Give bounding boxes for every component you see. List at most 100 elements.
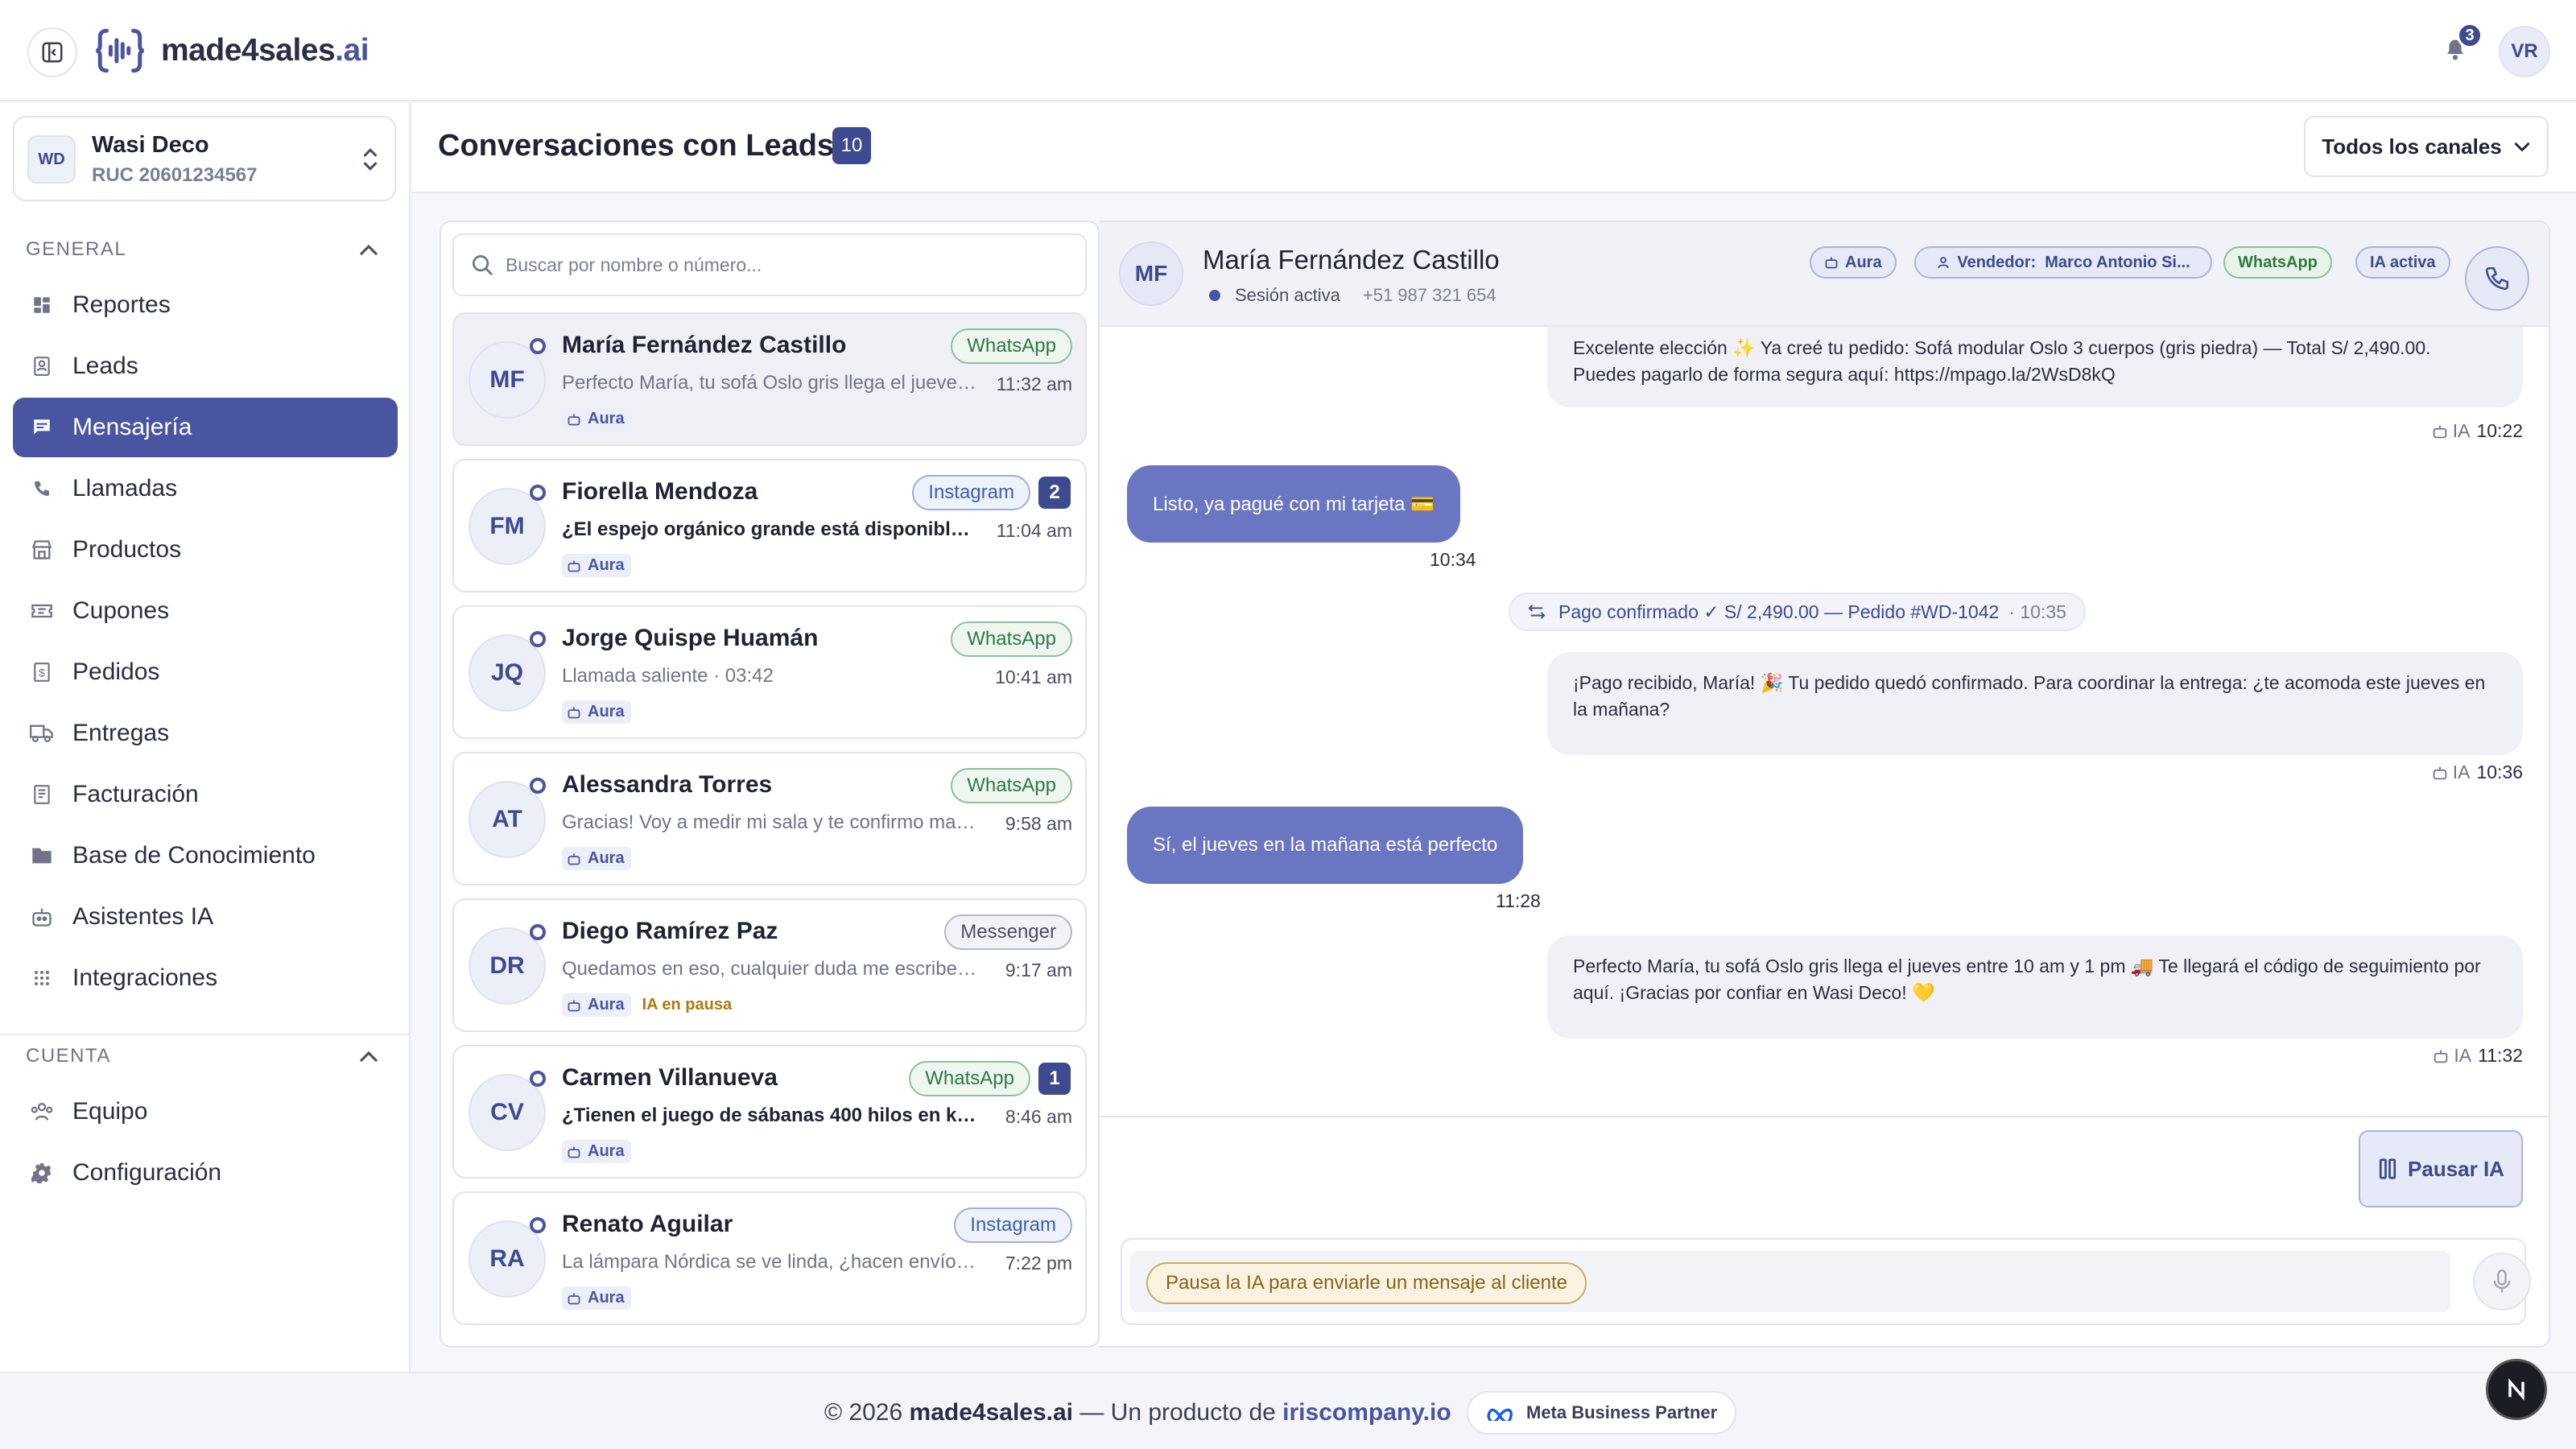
conversation-item[interactable]: FM Fiorella Mendoza Instagram 2 ¿El espe… bbox=[452, 459, 1087, 592]
channel-badge-whatsapp: WhatsApp bbox=[951, 328, 1072, 364]
swap-arrows-icon bbox=[1528, 605, 1546, 619]
gear-icon bbox=[29, 1160, 55, 1186]
company-name: Wasi Deco bbox=[92, 132, 209, 158]
search-input[interactable] bbox=[452, 233, 1087, 296]
message-preview: ¿Tienen el juego de sábanas 400 hilos en… bbox=[562, 1104, 980, 1126]
brand-logo[interactable]: made4sales.ai bbox=[93, 23, 369, 79]
message-time: 11:04 am bbox=[996, 520, 1072, 541]
channel-filter-dropdown[interactable]: Todos los canales bbox=[2304, 116, 2549, 177]
robot-icon bbox=[2433, 766, 2446, 779]
online-status-dot bbox=[530, 778, 546, 794]
pause-ai-button[interactable]: Pausar IA bbox=[2359, 1130, 2523, 1208]
voice-record-button[interactable] bbox=[2473, 1253, 2531, 1311]
sidebar-item-facturacion[interactable]: Facturación bbox=[13, 765, 398, 824]
sidebar-item-mensajeria[interactable]: Mensajería bbox=[13, 398, 398, 457]
sidebar: WD Wasi Deco RUC 20601234567 GENERAL Rep… bbox=[0, 103, 411, 1372]
collapse-general-chevron-icon[interactable] bbox=[354, 235, 383, 264]
message-time: 9:17 am bbox=[1005, 960, 1072, 980]
sidebar-item-label: Asistentes IA bbox=[72, 903, 214, 930]
sidebar-item-equipo[interactable]: Equipo bbox=[13, 1082, 398, 1141]
logo-icon bbox=[96, 28, 144, 73]
sidebar-item-base-conocimiento[interactable]: Base de Conocimiento bbox=[13, 826, 398, 886]
sidebar-item-configuracion[interactable]: Configuración bbox=[13, 1143, 398, 1203]
store-icon bbox=[29, 537, 55, 563]
unread-count-badge: 1 bbox=[1038, 1063, 1071, 1095]
sidebar-item-entregas[interactable]: Entregas bbox=[13, 704, 398, 763]
channel-chip-whatsapp: WhatsApp bbox=[2223, 246, 2332, 279]
assistant-tags: Aura bbox=[562, 554, 631, 577]
message-meta: IA 11:32 bbox=[2433, 1045, 2523, 1067]
conversation-item[interactable]: AT Alessandra Torres WhatsApp Gracias! V… bbox=[452, 752, 1087, 886]
company-link[interactable]: iriscompany.io bbox=[1282, 1399, 1451, 1426]
assistant-tag: Aura bbox=[562, 700, 631, 724]
robot-icon bbox=[568, 999, 580, 1011]
conversation-item[interactable]: JQ Jorge Quispe Huamán WhatsApp Llamada … bbox=[452, 605, 1087, 739]
microphone-icon bbox=[2493, 1269, 2511, 1293]
svg-text:$: $ bbox=[39, 666, 45, 679]
truck-icon bbox=[29, 720, 55, 746]
collapse-account-chevron-icon[interactable] bbox=[354, 1042, 383, 1071]
sidebar-item-pedidos[interactable]: $ Pedidos bbox=[13, 642, 398, 702]
page-title: Conversaciones con Leads bbox=[438, 129, 835, 163]
assistant-tag: Aura bbox=[562, 554, 631, 577]
sidebar-toggle-button[interactable] bbox=[27, 27, 77, 77]
call-button[interactable] bbox=[2465, 246, 2529, 311]
sidebar-item-leads[interactable]: Leads bbox=[13, 336, 398, 396]
sidebar-item-cupones[interactable]: Cupones bbox=[13, 581, 398, 641]
company-switcher[interactable]: WD Wasi Deco RUC 20601234567 bbox=[13, 116, 396, 201]
chat-header: MF María Fernández Castillo Sesión activ… bbox=[1100, 222, 2549, 327]
channel-badge-whatsapp: WhatsApp bbox=[951, 621, 1072, 657]
assistant-chip[interactable]: Aura bbox=[1810, 246, 1897, 279]
message-composer: Pausa la IA para enviarle un mensaje al … bbox=[1121, 1238, 2531, 1325]
message-time: 7:22 pm bbox=[1005, 1253, 1072, 1274]
robot-icon bbox=[2433, 425, 2446, 438]
sidebar-item-asistentes-ia[interactable]: Asistentes IA bbox=[13, 887, 398, 947]
company-logo: WD bbox=[27, 135, 76, 184]
conversation-item[interactable]: MF María Fernández Castillo WhatsApp Per… bbox=[452, 312, 1087, 446]
assistant-tag: Aura bbox=[562, 1140, 631, 1163]
assistant-tags: Aura bbox=[562, 1140, 631, 1163]
invoice-icon bbox=[29, 782, 55, 807]
chevron-down-icon bbox=[2514, 142, 2529, 152]
robot-icon bbox=[568, 413, 580, 425]
sidebar-item-reportes[interactable]: Reportes bbox=[13, 275, 398, 335]
chat-icon bbox=[29, 415, 55, 440]
session-label: Sesión activa bbox=[1235, 285, 1340, 305]
sidebar-item-integraciones[interactable]: Integraciones bbox=[13, 948, 398, 1008]
lead-name: Fiorella Mendoza bbox=[562, 478, 758, 505]
message-bubble-assistant: ¡Pago recibido, María! 🎉 Tu pedido quedó… bbox=[1547, 652, 2523, 755]
session-status: Sesión activa +51 987 321 654 bbox=[1209, 285, 1496, 306]
dev-tools-button[interactable] bbox=[2486, 1359, 2547, 1420]
lead-name: Jorge Quispe Huamán bbox=[562, 625, 819, 651]
lead-name: Renato Aguilar bbox=[562, 1211, 733, 1237]
footer: © 2026 made4sales.ai — Un producto de ir… bbox=[0, 1372, 2576, 1449]
meta-partner-badge[interactable]: Meta Business Partner bbox=[1467, 1391, 1737, 1435]
chat-panel: MF María Fernández Castillo Sesión activ… bbox=[1100, 221, 2550, 1348]
sidebar-item-label: Cupones bbox=[72, 597, 170, 624]
ticket-icon bbox=[29, 598, 55, 624]
message-bubble-assistant: Perfecto María, tu sofá Oslo gris llega … bbox=[1547, 935, 2523, 1038]
phone-icon bbox=[29, 476, 55, 502]
grid-icon bbox=[29, 965, 55, 991]
seller-chip[interactable]: Vendedor: Marco Antonio Si... bbox=[1914, 246, 2212, 279]
robot-icon bbox=[568, 706, 580, 718]
chat-divider bbox=[1100, 1116, 2549, 1117]
sidebar-item-llamadas[interactable]: Llamadas bbox=[13, 459, 398, 518]
robot-icon bbox=[568, 559, 580, 572]
conversation-item[interactable]: CV Carmen Villanueva WhatsApp 1 ¿Tienen … bbox=[452, 1045, 1087, 1179]
conversation-item[interactable]: RA Renato Aguilar Instagram La lámpara N… bbox=[452, 1191, 1087, 1325]
message-time: 10:41 am bbox=[995, 667, 1072, 687]
dashboard-icon bbox=[29, 292, 55, 318]
conversation-item[interactable]: DR Diego Ramírez Paz Messenger Quedamos … bbox=[452, 898, 1087, 1032]
robot-icon bbox=[568, 1292, 580, 1304]
online-status-dot bbox=[530, 1071, 546, 1087]
user-avatar[interactable]: VR bbox=[2499, 26, 2550, 77]
sidebar-item-productos[interactable]: Productos bbox=[13, 520, 398, 580]
robot-icon bbox=[568, 1146, 580, 1158]
assistant-tags: Aura IA en pausa bbox=[562, 993, 732, 1017]
unread-count-badge: 2 bbox=[1038, 477, 1071, 509]
message-preview: Perfecto María, tu sofá Oslo gris llega … bbox=[562, 372, 980, 394]
assistant-tags: Aura bbox=[562, 1286, 631, 1310]
message-time: 11:32 am bbox=[996, 374, 1072, 394]
payment-confirmed-note: Pago confirmado ✓ S/ 2,490.00 — Pedido #… bbox=[1509, 592, 2086, 631]
